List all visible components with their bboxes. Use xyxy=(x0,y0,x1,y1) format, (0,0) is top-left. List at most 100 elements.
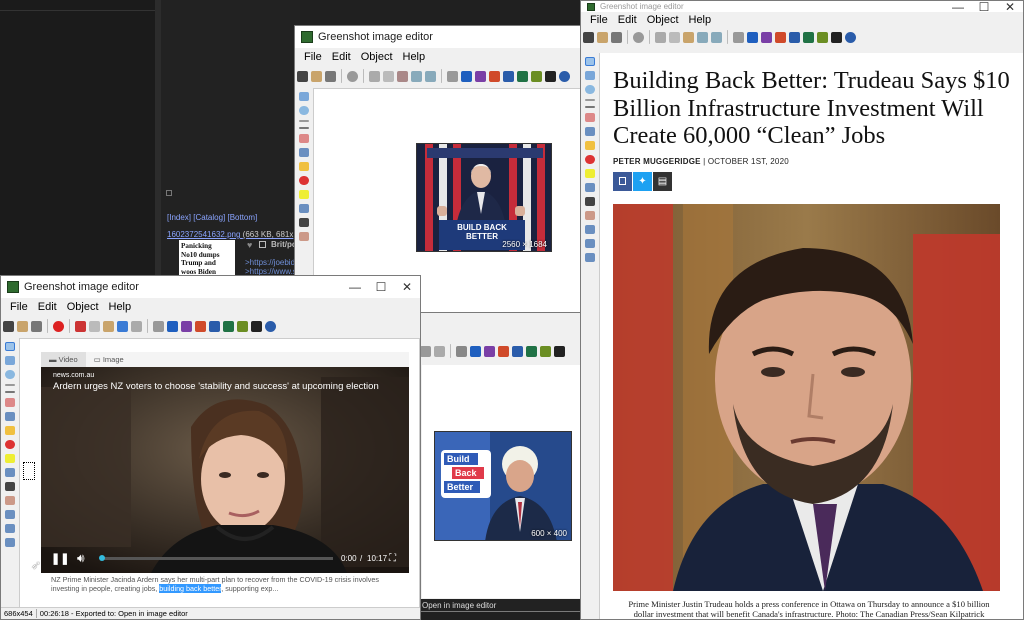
selection-handles[interactable] xyxy=(23,462,35,480)
select-tool-icon[interactable] xyxy=(5,342,15,351)
info-icon[interactable] xyxy=(831,31,842,43)
twitter-share-button[interactable]: ✦ xyxy=(633,171,652,191)
imgur-icon[interactable] xyxy=(237,320,248,332)
toolbar-settings-icon[interactable] xyxy=(420,345,431,357)
facebook-share-button[interactable] xyxy=(613,171,632,191)
menu-help[interactable]: Help xyxy=(104,301,137,313)
resize-tool-icon[interactable] xyxy=(5,524,15,533)
heart-icon[interactable]: ♥ xyxy=(247,240,252,250)
ellipse-tool-icon[interactable] xyxy=(585,85,595,94)
menu-object[interactable]: Object xyxy=(356,51,398,63)
save-icon[interactable] xyxy=(297,70,308,82)
speechbubble-tool-icon[interactable] xyxy=(5,426,15,435)
settings-icon[interactable] xyxy=(153,320,164,332)
redo-icon[interactable] xyxy=(131,320,142,332)
powerpoint-icon[interactable] xyxy=(195,320,206,332)
onenote-icon[interactable] xyxy=(475,70,486,82)
outlook-icon[interactable] xyxy=(461,70,472,82)
thread-collapse-icon[interactable] xyxy=(166,190,172,196)
toolbar-outlook-icon[interactable] xyxy=(470,345,481,357)
select-tool-icon[interactable] xyxy=(585,57,595,66)
fullscreen-icon[interactable]: ⛶ xyxy=(389,553,396,564)
outlook-icon[interactable] xyxy=(167,320,178,332)
menu-file[interactable]: File xyxy=(585,14,613,26)
menu-help[interactable]: Help xyxy=(684,14,717,26)
video-progress-handle[interactable] xyxy=(99,555,105,561)
crop-tool-icon[interactable] xyxy=(5,482,15,491)
article-author[interactable]: PETER MUGGERIDGE xyxy=(613,157,701,166)
rotate-tool-icon[interactable] xyxy=(585,225,595,234)
biden-thumbnail[interactable]: BUILD BACK BETTER 2560 × 1684 xyxy=(416,143,552,252)
powerpoint-icon[interactable] xyxy=(775,31,786,43)
onenote-icon[interactable] xyxy=(181,320,192,332)
cut-icon[interactable] xyxy=(655,31,666,43)
print-icon[interactable] xyxy=(31,320,42,332)
highlight-tool-icon[interactable] xyxy=(299,190,309,199)
thread-link-1[interactable]: >https://joebid xyxy=(245,258,295,267)
redo-icon[interactable] xyxy=(711,31,722,43)
print-icon[interactable] xyxy=(325,70,336,82)
delete-icon[interactable] xyxy=(633,31,644,43)
counter-tool-icon[interactable] xyxy=(585,155,595,164)
save-icon[interactable] xyxy=(583,31,594,43)
close-button[interactable]: ✕ xyxy=(997,1,1023,14)
clipboard-icon[interactable] xyxy=(311,70,322,82)
rotate-tool-icon[interactable] xyxy=(5,510,15,519)
minimize-button[interactable]: — xyxy=(945,1,971,14)
arrow-tool-icon[interactable] xyxy=(5,391,15,393)
menu-help[interactable]: Help xyxy=(398,51,431,63)
paste-icon[interactable] xyxy=(683,31,694,43)
delete-icon[interactable] xyxy=(347,70,358,82)
word-icon[interactable] xyxy=(789,31,800,43)
ellipse-tool-icon[interactable] xyxy=(299,106,309,115)
speechbubble-tool-icon[interactable] xyxy=(299,162,309,171)
line-tool-icon[interactable] xyxy=(299,120,309,122)
line-tool-icon[interactable] xyxy=(5,384,15,386)
print-share-button[interactable]: ▤ xyxy=(653,171,672,191)
onenote-icon[interactable] xyxy=(761,31,772,43)
powerpoint-icon[interactable] xyxy=(489,70,500,82)
toolbar-dropdown-icon[interactable] xyxy=(434,345,445,357)
image-tool-icon[interactable] xyxy=(5,496,15,505)
thread-nav[interactable]: [Index] [Catalog] [Bottom] xyxy=(167,213,257,222)
checkbox-icon[interactable] xyxy=(259,241,266,248)
menu-file[interactable]: File xyxy=(299,51,327,63)
border-tool-icon[interactable] xyxy=(585,253,595,262)
toolbar-info-icon[interactable] xyxy=(554,345,565,357)
undo-icon[interactable] xyxy=(697,31,708,43)
image-tool-icon[interactable] xyxy=(585,211,595,220)
highlight-tool-icon[interactable] xyxy=(585,169,595,178)
undo-icon[interactable] xyxy=(411,70,422,82)
ellipse-tool-icon[interactable] xyxy=(5,370,15,379)
excel-icon[interactable] xyxy=(517,70,528,82)
maximize-button[interactable]: ☐ xyxy=(971,1,997,14)
image-tool-icon[interactable] xyxy=(299,232,309,241)
menu-edit[interactable]: Edit xyxy=(613,14,642,26)
rectangle-tool-icon[interactable] xyxy=(585,71,595,80)
thread-news-thumbnail[interactable]: Panicking No10 dumps Trump and woos Bide… xyxy=(179,240,235,280)
arrow-tool-icon[interactable] xyxy=(585,106,595,108)
toolbar-printer-icon[interactable] xyxy=(456,345,467,357)
settings-icon[interactable] xyxy=(447,70,458,82)
cut-icon[interactable] xyxy=(369,70,380,82)
obfuscate-tool-icon[interactable] xyxy=(585,183,595,192)
help-icon[interactable] xyxy=(265,320,276,332)
info-icon[interactable] xyxy=(251,320,262,332)
top-middle-titlebar[interactable]: Greenshot image editor xyxy=(295,26,583,48)
word-icon[interactable] xyxy=(503,70,514,82)
maximize-button[interactable]: ☐ xyxy=(368,276,394,298)
toolbar-onenote-icon[interactable] xyxy=(484,345,495,357)
copy-icon[interactable] xyxy=(89,320,100,332)
text-tool-icon[interactable] xyxy=(585,127,595,136)
word-icon[interactable] xyxy=(209,320,220,332)
counter-tool-icon[interactable] xyxy=(5,440,15,449)
tab-video[interactable]: ▬ Video xyxy=(41,352,86,368)
boris-thumbnail[interactable]: Build Back Better 600 × 400 xyxy=(434,431,572,541)
help-icon[interactable] xyxy=(845,31,856,43)
info-icon[interactable] xyxy=(545,70,556,82)
outlook-icon[interactable] xyxy=(747,31,758,43)
excel-icon[interactable] xyxy=(803,31,814,43)
freehand-tool-icon[interactable] xyxy=(299,134,309,143)
toolbar-word-icon[interactable] xyxy=(512,345,523,357)
help-icon[interactable] xyxy=(559,70,570,82)
